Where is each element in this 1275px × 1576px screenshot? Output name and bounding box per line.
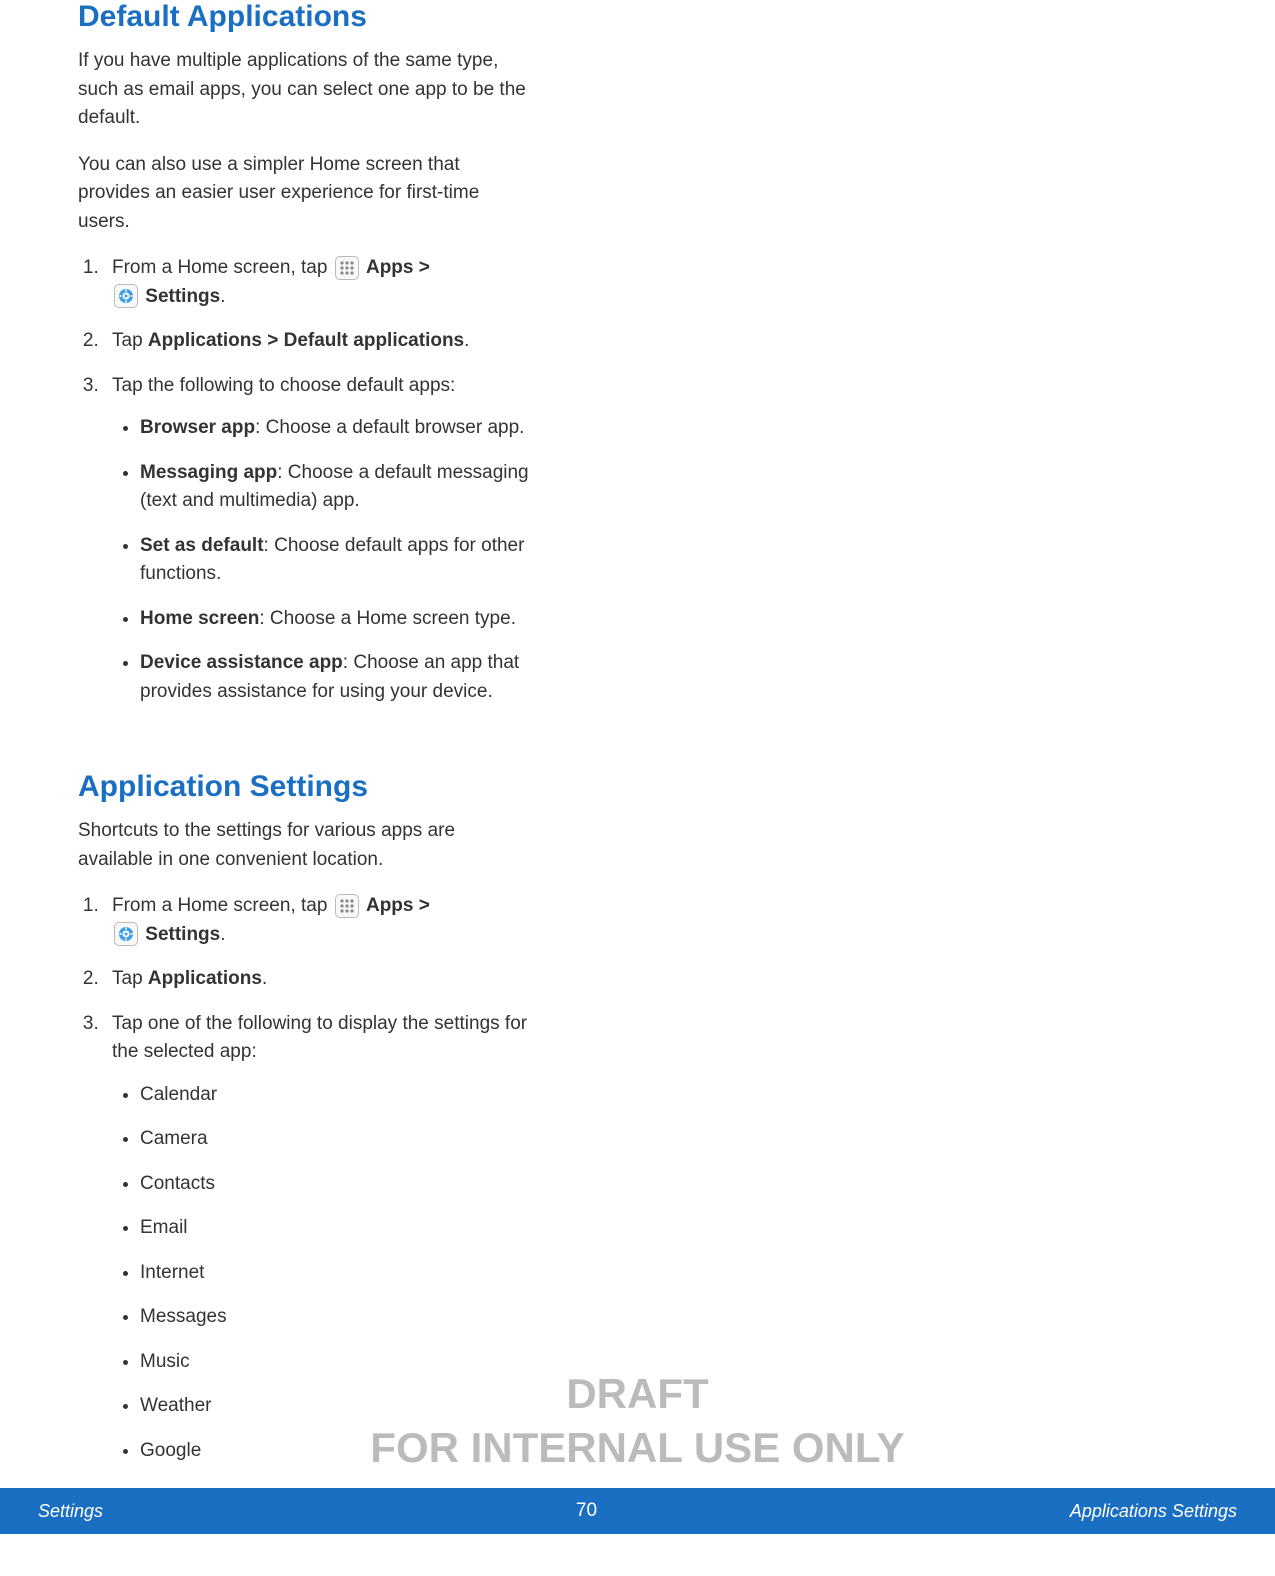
- steps-list: From a Home screen, tap Apps > Settings.…: [78, 892, 532, 1465]
- footer-page-number: 70: [576, 1500, 597, 1522]
- bullet-item: Calendar: [140, 1081, 532, 1110]
- settings-icon: [114, 284, 138, 308]
- apps-label: Apps: [366, 895, 414, 916]
- settings-label: Settings: [145, 924, 220, 945]
- step-item: From a Home screen, tap Apps > Settings.: [104, 892, 532, 949]
- bullet-item: Camera: [140, 1125, 532, 1154]
- step-bold: Applications: [148, 330, 262, 351]
- settings-label: Settings: [145, 286, 220, 307]
- step-item: From a Home screen, tap Apps > Settings.: [104, 254, 532, 311]
- bullet-list: Calendar Camera Contacts Email Internet …: [112, 1081, 532, 1466]
- bullet-label: Home screen: [140, 608, 259, 629]
- bullet-label: Browser app: [140, 417, 255, 438]
- intro-paragraph: You can also use a simpler Home screen t…: [78, 151, 532, 237]
- step-item: Tap one of the following to display the …: [104, 1010, 532, 1466]
- main-content-column: Default Applications If you have multipl…: [0, 0, 610, 1465]
- bullet-item: Home screen: Choose a Home screen type.: [140, 605, 532, 634]
- step-text: .: [220, 924, 225, 945]
- step-text: .: [220, 286, 225, 307]
- section-heading-default-applications: Default Applications: [78, 0, 532, 33]
- step-bold: Default applications: [284, 330, 465, 351]
- bullet-label: Device assistance app: [140, 652, 343, 673]
- apps-label: Apps: [366, 257, 414, 278]
- step-text: Tap one of the following to display the …: [112, 1013, 527, 1063]
- bullet-item: Email: [140, 1214, 532, 1243]
- settings-icon: [114, 922, 138, 946]
- step-text: >: [413, 895, 429, 916]
- section-heading-application-settings: Application Settings: [78, 770, 532, 803]
- apps-icon: [335, 256, 359, 280]
- step-text: >: [262, 330, 284, 351]
- bullet-label: Messaging app: [140, 462, 277, 483]
- step-text: Tap the following to choose default apps…: [112, 375, 455, 396]
- step-text: Tap: [112, 330, 148, 351]
- page: Default Applications If you have multipl…: [0, 0, 1275, 1576]
- footer-right: Applications Settings: [1070, 1501, 1237, 1522]
- bullet-item: Set as default: Choose default apps for …: [140, 532, 532, 589]
- bullet-item: Google: [140, 1437, 532, 1466]
- step-bold: Applications: [148, 968, 262, 989]
- step-text: >: [413, 257, 429, 278]
- bullet-label: Set as default: [140, 535, 264, 556]
- step-text: From a Home screen, tap: [112, 257, 333, 278]
- bullet-text: : Choose a default browser app.: [255, 417, 524, 438]
- bullet-item: Music: [140, 1348, 532, 1377]
- bullet-item: Messages: [140, 1303, 532, 1332]
- bullet-item: Messaging app: Choose a default messagin…: [140, 459, 532, 516]
- step-text: Tap: [112, 968, 148, 989]
- bullet-item: Weather: [140, 1392, 532, 1421]
- intro-paragraph: Shortcuts to the settings for various ap…: [78, 817, 532, 874]
- step-item: Tap Applications > Default applications.: [104, 327, 532, 356]
- bullet-item: Device assistance app: Choose an app tha…: [140, 649, 532, 706]
- bullet-item: Internet: [140, 1259, 532, 1288]
- bullet-text: : Choose a Home screen type.: [259, 608, 516, 629]
- bullet-list: Browser app: Choose a default browser ap…: [112, 414, 532, 706]
- step-text: From a Home screen, tap: [112, 895, 333, 916]
- bullet-item: Browser app: Choose a default browser ap…: [140, 414, 532, 443]
- step-item: Tap the following to choose default apps…: [104, 372, 532, 707]
- apps-icon: [335, 894, 359, 918]
- footer-left: Settings: [38, 1501, 103, 1522]
- bullet-item: Contacts: [140, 1170, 532, 1199]
- step-text: .: [464, 330, 469, 351]
- step-text: .: [262, 968, 267, 989]
- intro-paragraph: If you have multiple applications of the…: [78, 47, 532, 133]
- steps-list: From a Home screen, tap Apps > Settings.…: [78, 254, 532, 706]
- step-item: Tap Applications.: [104, 965, 532, 994]
- page-footer: Settings 70 Applications Settings: [0, 1488, 1275, 1534]
